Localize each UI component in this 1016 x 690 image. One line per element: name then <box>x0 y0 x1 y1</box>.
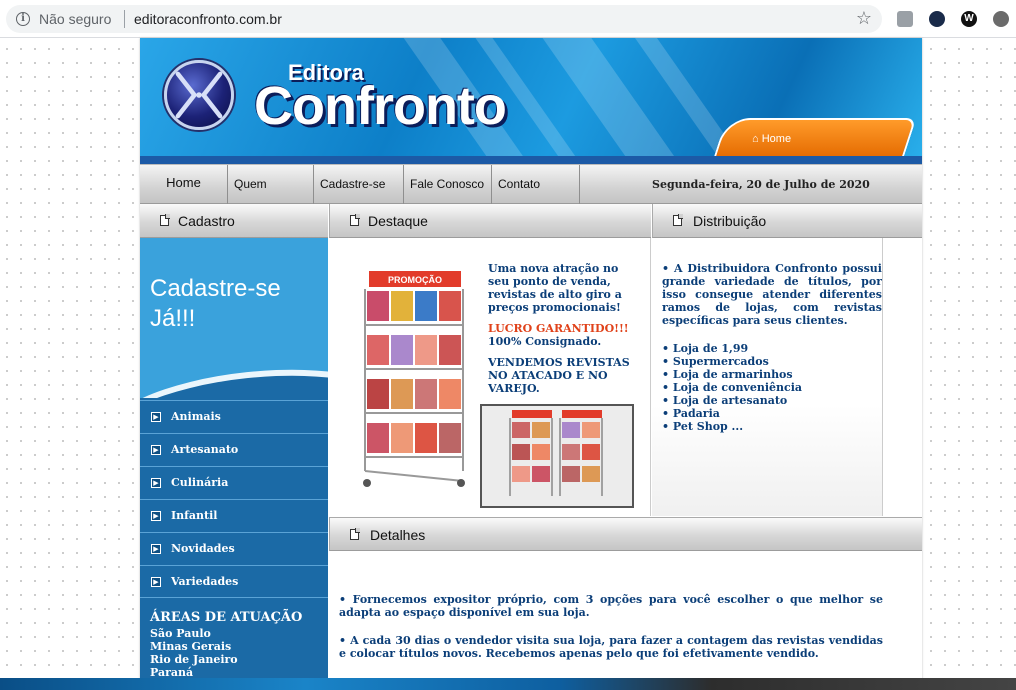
brand-confronto: Confronto <box>254 76 507 136</box>
sidebar-item-infantil[interactable]: ▶ Infantil <box>140 499 328 532</box>
section-header-cadastro: Cadastro <box>140 204 328 238</box>
page-container: Editora Confronto ⌂ Home Home Quem Somos… <box>140 38 922 690</box>
sidebar-item-label[interactable]: Culinária <box>171 467 228 499</box>
taskbar-strip <box>0 678 1016 690</box>
section-title: Distribuição <box>693 213 767 229</box>
right-gutter <box>882 238 922 516</box>
document-icon <box>673 214 683 226</box>
extension-circle-icon[interactable] <box>993 11 1009 27</box>
distribuicao-intro: • A Distribuidora Confronto possui grand… <box>662 262 882 327</box>
section-header-destaque: Destaque <box>329 204 651 238</box>
list-item: Loja de 1,99 <box>662 342 802 355</box>
main-navigation: Home Quem Somos Cadastre-se Fale Conosco… <box>140 164 922 230</box>
security-label[interactable]: Não seguro <box>39 11 111 27</box>
extension-a-icon[interactable] <box>929 11 945 27</box>
destaque-paragraph-2: LUCRO GARANTIDO!!! 100% Consignado. <box>488 322 638 348</box>
extension-check-icon[interactable] <box>897 11 913 27</box>
sidebar-item-label[interactable]: Animais <box>171 401 221 433</box>
list-item: Loja de armarinhos <box>662 368 802 381</box>
current-date: Segunda-feira, 20 de Julho de 2020 <box>652 178 870 191</box>
cadastre-line-1[interactable]: Cadastre-se <box>150 274 281 304</box>
magazine-rack-image[interactable]: PROMOÇÃO <box>359 271 469 491</box>
document-icon <box>160 214 170 226</box>
list-item: Loja de conveniência <box>662 381 802 394</box>
detalhes-panel: • Fornecemos expositor próprio, com 3 op… <box>329 551 922 690</box>
house-icon: ⌂ <box>752 133 759 145</box>
left-sidebar: Cadastre-se Já!!! ▶ Animais ▶ Artesanato… <box>140 238 328 690</box>
area-item: Rio de Janeiro <box>150 653 238 666</box>
address-bar[interactable]: i Não seguro editoraconfronto.com.br ☆ <box>6 5 882 33</box>
list-item: Loja de artesanato <box>662 394 802 407</box>
detalhes-paragraph-1: • Fornecemos expositor próprio, com 3 op… <box>339 593 883 619</box>
nav-item-fale-conosco[interactable]: Fale Conosco <box>404 165 492 204</box>
sidebar-item-culinaria[interactable]: ▶ Culinária <box>140 466 328 499</box>
cadastre-banner[interactable]: Cadastre-se Já!!! <box>140 238 328 398</box>
nav-item-home[interactable]: Home <box>140 165 228 204</box>
info-icon[interactable]: i <box>16 12 30 26</box>
destaque-paragraph-3: VENDEMOS REVISTAS NO ATACADO E NO VAREJO… <box>488 356 630 395</box>
list-item: Pet Shop ... <box>662 420 802 433</box>
nav-item-contato[interactable]: Contato <box>492 165 580 204</box>
site-logo-icon[interactable] <box>164 60 234 130</box>
sidebar-item-label[interactable]: Infantil <box>171 500 217 532</box>
address-separator <box>124 10 125 28</box>
areas-de-atuacao: ÁREAS DE ATUAÇÃO São Paulo Minas Gerais … <box>150 610 302 679</box>
destaque-panel: PROMOÇÃO Uma nova atração no seu ponto d… <box>329 238 651 516</box>
area-item: São Paulo <box>150 627 211 640</box>
arrow-right-icon: ▶ <box>151 445 161 455</box>
rack-thumbnail-drawing <box>509 410 603 496</box>
nav-item-cadastre-se[interactable]: Cadastre-se <box>314 165 404 204</box>
areas-title: ÁREAS DE ATUAÇÃO <box>150 610 303 625</box>
arrow-right-icon: ▶ <box>151 577 161 587</box>
rack-sign-text: PROMOÇÃO <box>388 275 442 285</box>
section-header-detalhes: Detalhes <box>329 517 922 551</box>
sidebar-item-novidades[interactable]: ▶ Novidades <box>140 532 328 565</box>
destaque-paragraph-1: Uma nova atração no seu ponto de venda, … <box>488 262 622 314</box>
area-item: Minas Gerais <box>150 640 232 653</box>
consignado-text: 100% Consignado. <box>488 335 602 348</box>
sidebar-item-label[interactable]: Artesanato <box>171 434 238 466</box>
url-text[interactable]: editoraconfronto.com.br <box>134 11 282 27</box>
sidebar-item-label[interactable]: Variedades <box>171 566 238 598</box>
distribuicao-panel: • A Distribuidora Confronto possui grand… <box>652 238 882 516</box>
arrow-right-icon: ▶ <box>151 544 161 554</box>
destaque-text: Uma nova atração no seu ponto de venda, … <box>488 262 638 403</box>
browser-toolbar: i Não seguro editoraconfronto.com.br ☆ W <box>0 0 1016 38</box>
rack-thumbnail-image[interactable] <box>480 404 634 508</box>
section-title: Destaque <box>368 213 428 229</box>
sidebar-item-animais[interactable]: ▶ Animais <box>140 400 328 433</box>
sidebar-item-variedades[interactable]: ▶ Variedades <box>140 565 328 598</box>
site-banner: Editora Confronto ⌂ Home <box>140 38 922 164</box>
home-tab-background <box>713 118 917 158</box>
cadastre-line-2[interactable]: Já!!! <box>150 304 281 334</box>
arrow-right-icon: ▶ <box>151 478 161 488</box>
document-icon <box>350 528 360 540</box>
arrow-right-icon: ▶ <box>151 511 161 521</box>
lucro-garantido: LUCRO GARANTIDO!!! <box>488 322 629 335</box>
section-title: Cadastro <box>178 213 235 229</box>
extension-w-icon[interactable]: W <box>961 11 977 27</box>
list-item: Padaria <box>662 407 802 420</box>
sidebar-item-artesanato[interactable]: ▶ Artesanato <box>140 433 328 466</box>
sidebar-item-label[interactable]: Novidades <box>171 533 235 565</box>
section-header-distribuicao: Distribuição <box>652 204 922 238</box>
banner-home-label[interactable]: Home <box>762 133 791 145</box>
arrow-right-icon: ▶ <box>151 412 161 422</box>
banner-home-link[interactable]: ⌂ Home <box>752 133 791 145</box>
list-item: Supermercados <box>662 355 802 368</box>
section-title: Detalhes <box>370 527 426 543</box>
cadastre-text[interactable]: Cadastre-se Já!!! <box>150 274 281 334</box>
document-icon <box>350 214 360 226</box>
detalhes-paragraph-2: • A cada 30 dias o vendedor visita sua l… <box>339 634 883 660</box>
nav-item-quem-somos[interactable]: Quem Somos <box>228 165 314 230</box>
distribuicao-list: Loja de 1,99 Supermercados Loja de armar… <box>662 342 802 433</box>
logo-x-icon <box>175 71 223 119</box>
banner-bottom-bar <box>140 156 922 164</box>
bookmark-star-icon[interactable]: ☆ <box>856 8 872 29</box>
